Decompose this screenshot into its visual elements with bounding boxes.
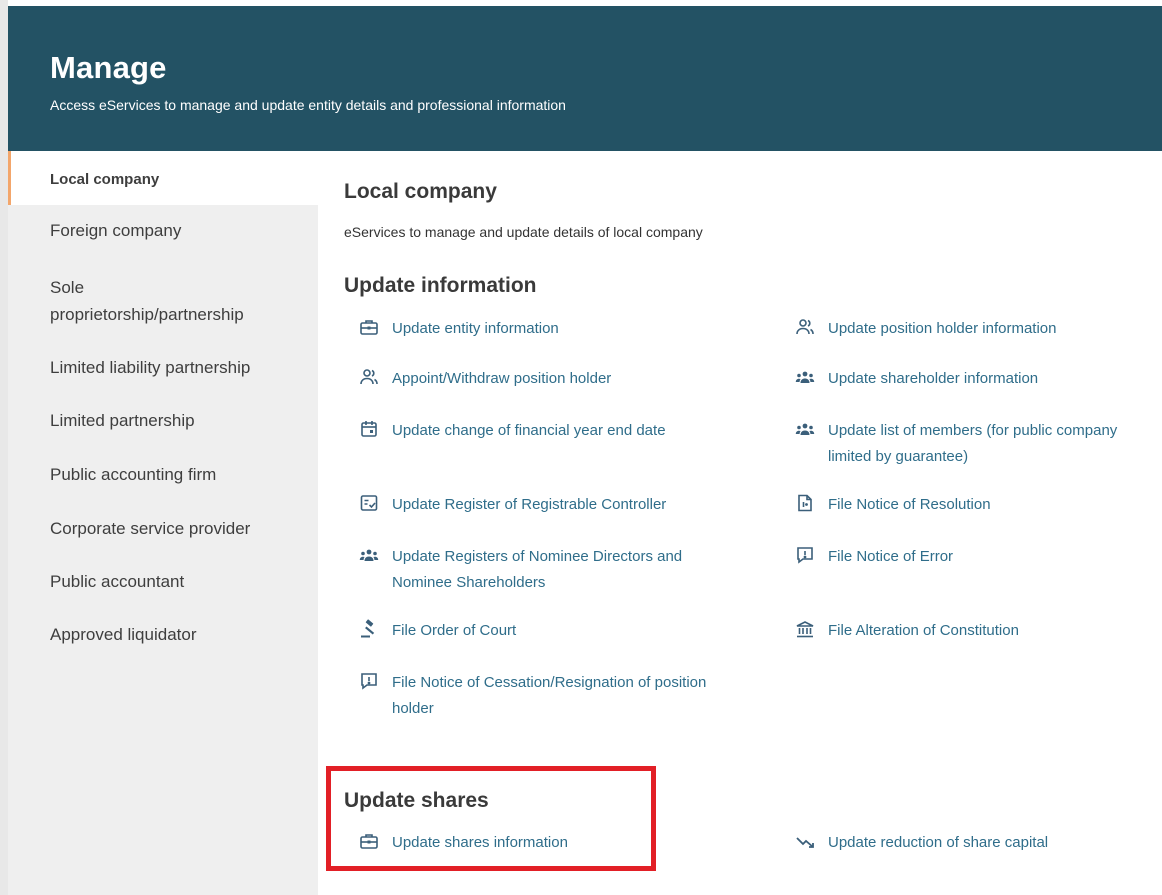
page-header: Manage Access eServices to manage and up… bbox=[8, 0, 1162, 151]
link-update-list-of-members[interactable]: Update list of members (for public compa… bbox=[794, 418, 1117, 470]
page-frame: Manage Access eServices to manage and up… bbox=[0, 0, 1162, 895]
link-file-alteration-of-constitution[interactable]: File Alteration of Constitution bbox=[794, 618, 1019, 644]
alert-message-icon bbox=[358, 670, 380, 692]
section-description: eServices to manage and update details o… bbox=[344, 224, 703, 240]
link-file-notice-of-error[interactable]: File Notice of Error bbox=[794, 544, 953, 570]
sidebar-item-corporate-service-provider[interactable]: Corporate service provider bbox=[8, 516, 318, 542]
users-icon bbox=[358, 366, 380, 388]
link-update-shares-information[interactable]: Update shares information bbox=[358, 830, 568, 856]
link-update-reduction-of-share-capital[interactable]: Update reduction of share capital bbox=[794, 830, 1048, 856]
link-update-financial-year-end[interactable]: Update change of financial year end date bbox=[358, 418, 666, 444]
gavel-icon bbox=[358, 618, 380, 640]
section-title-local-company: Local company bbox=[344, 180, 497, 203]
page-title: Manage bbox=[50, 50, 167, 85]
section-title-update-information: Update information bbox=[344, 274, 537, 297]
link-update-position-holder-information[interactable]: Update position holder information bbox=[794, 316, 1056, 342]
sidebar-item-limited-liability-partnership[interactable]: Limited liability partnership bbox=[8, 355, 318, 381]
link-file-order-of-court[interactable]: File Order of Court bbox=[358, 618, 516, 644]
group-icon bbox=[794, 366, 816, 388]
group-icon bbox=[794, 418, 816, 440]
bank-icon bbox=[794, 618, 816, 640]
link-file-notice-of-resolution[interactable]: File Notice of Resolution bbox=[794, 492, 991, 518]
group-icon bbox=[358, 544, 380, 566]
sidebar-item-sole-proprietorship[interactable]: Sole proprietorship/partnership bbox=[8, 274, 318, 328]
link-update-shareholder-information[interactable]: Update shareholder information bbox=[794, 366, 1038, 392]
users-icon bbox=[794, 316, 816, 338]
sidebar-item-public-accountant[interactable]: Public accountant bbox=[8, 569, 318, 595]
sidebar-item-foreign-company[interactable]: Foreign company bbox=[8, 218, 318, 244]
link-file-notice-cessation[interactable]: File Notice of Cessation/Resignation of … bbox=[358, 670, 706, 722]
sidebar-item-public-accounting-firm[interactable]: Public accounting firm bbox=[8, 462, 318, 488]
link-update-register-registrable-controller[interactable]: Update Register of Registrable Controlle… bbox=[358, 492, 666, 518]
alert-message-icon bbox=[794, 544, 816, 566]
briefcase-icon bbox=[358, 830, 380, 852]
trend-down-icon bbox=[794, 830, 816, 852]
sidebar-item-local-company[interactable]: Local company bbox=[8, 151, 318, 205]
sidebar-item-approved-liquidator[interactable]: Approved liquidator bbox=[8, 622, 318, 648]
sidebar: Local company Foreign company Sole propr… bbox=[8, 151, 318, 895]
briefcase-icon bbox=[358, 316, 380, 338]
link-update-entity-information[interactable]: Update entity information bbox=[358, 316, 559, 342]
calendar-icon bbox=[358, 418, 380, 440]
sidebar-item-limited-partnership[interactable]: Limited partnership bbox=[8, 408, 318, 434]
link-update-registers-nominee[interactable]: Update Registers of Nominee Directors an… bbox=[358, 544, 682, 596]
section-title-update-shares: Update shares bbox=[344, 789, 489, 812]
checklist-icon bbox=[358, 492, 380, 514]
document-icon bbox=[794, 492, 816, 514]
link-appoint-withdraw-position-holder[interactable]: Appoint/Withdraw position holder bbox=[358, 366, 611, 392]
page-subtitle: Access eServices to manage and update en… bbox=[50, 97, 566, 113]
